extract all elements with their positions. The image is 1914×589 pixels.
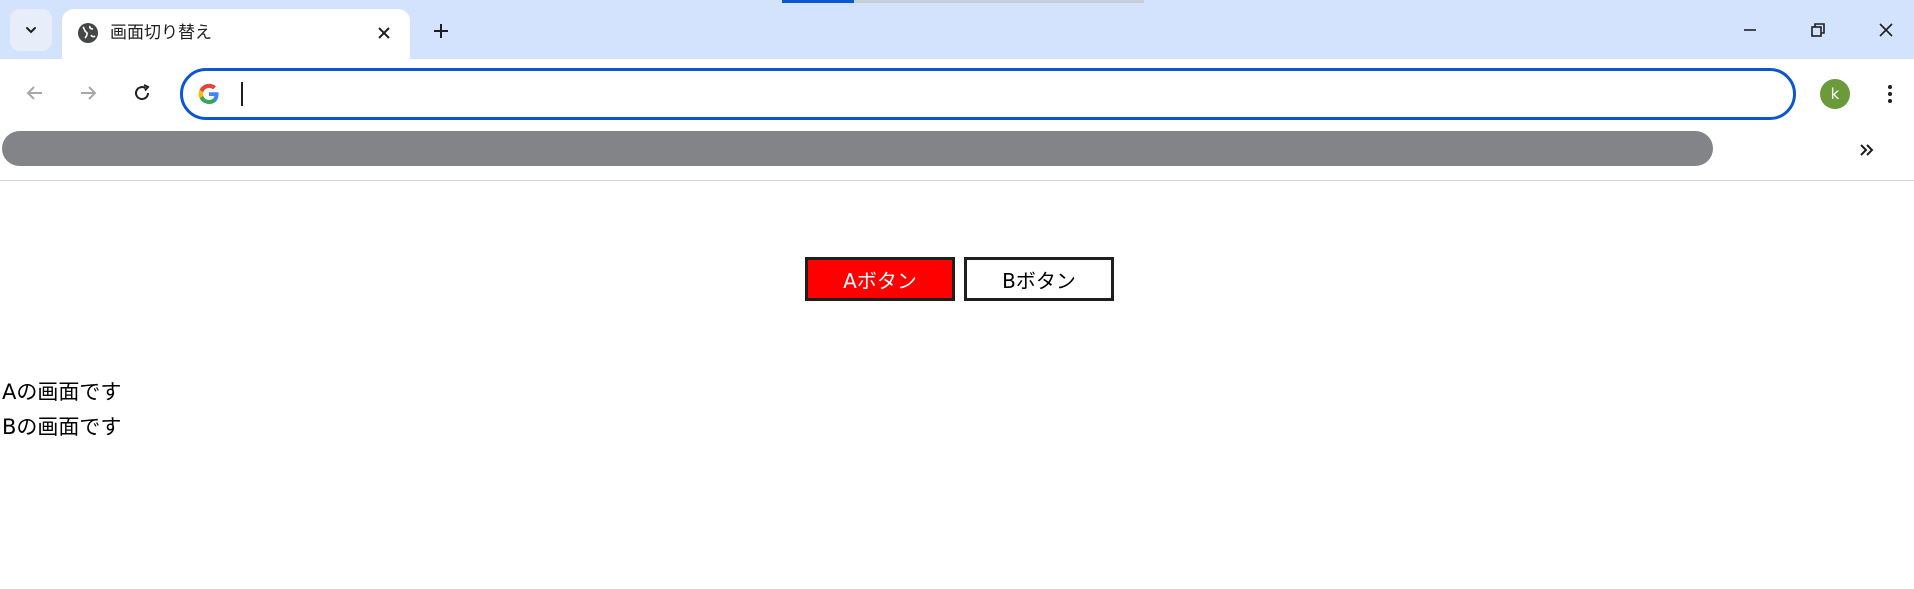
bookmark-item[interactable] (2, 131, 1713, 166)
double-chevron-right-icon (1860, 144, 1874, 156)
arrow-left-icon (26, 86, 42, 100)
globe-icon (78, 23, 98, 43)
google-g-icon (198, 83, 219, 104)
forward-button[interactable] (70, 75, 106, 111)
minimize-icon (1744, 29, 1756, 31)
bookmarks-bar (0, 129, 1914, 181)
plus-icon (434, 24, 448, 38)
browser-toolbar: k (0, 59, 1914, 129)
tab-search-button[interactable] (10, 9, 52, 51)
screen-a-text: Aの画面です (2, 380, 122, 404)
minimize-button[interactable] (1730, 10, 1770, 50)
reload-icon (135, 84, 150, 101)
tab-loading-indicator (782, 0, 854, 3)
restore-button[interactable] (1798, 10, 1838, 50)
browser-menu-button[interactable] (1873, 77, 1907, 111)
new-tab-button[interactable] (424, 14, 458, 48)
window-close-button[interactable] (1866, 10, 1906, 50)
reload-button[interactable] (124, 75, 160, 111)
bookmarks-overflow-button[interactable] (1852, 135, 1882, 165)
browser-tab[interactable]: 画面切り替え (62, 9, 410, 59)
address-bar[interactable] (180, 68, 1796, 120)
screen-b-text: Bの画面です (2, 415, 122, 439)
tab-loading-track (854, 0, 1144, 3)
tab-close-button[interactable] (370, 19, 398, 47)
text-caret (241, 82, 243, 106)
close-icon (378, 27, 390, 39)
address-input[interactable] (239, 79, 1739, 109)
profile-avatar[interactable]: k (1820, 79, 1850, 109)
tab-strip: 画面切り替え (0, 0, 1914, 59)
chevron-down-icon (26, 27, 36, 34)
b-button[interactable]: Bボタン (964, 257, 1114, 301)
close-icon (1879, 23, 1893, 37)
restore-icon (1811, 23, 1825, 37)
a-button[interactable]: Aボタン (805, 257, 955, 301)
page-content: Aボタン Bボタン Aの画面です Bの画面です (0, 182, 1914, 589)
kebab-icon (1888, 85, 1892, 103)
back-button[interactable] (17, 75, 53, 111)
tab-title: 画面切り替え (110, 23, 212, 43)
arrow-right-icon (81, 86, 97, 100)
screen-switch-buttons: Aボタン Bボタン (805, 257, 1114, 301)
